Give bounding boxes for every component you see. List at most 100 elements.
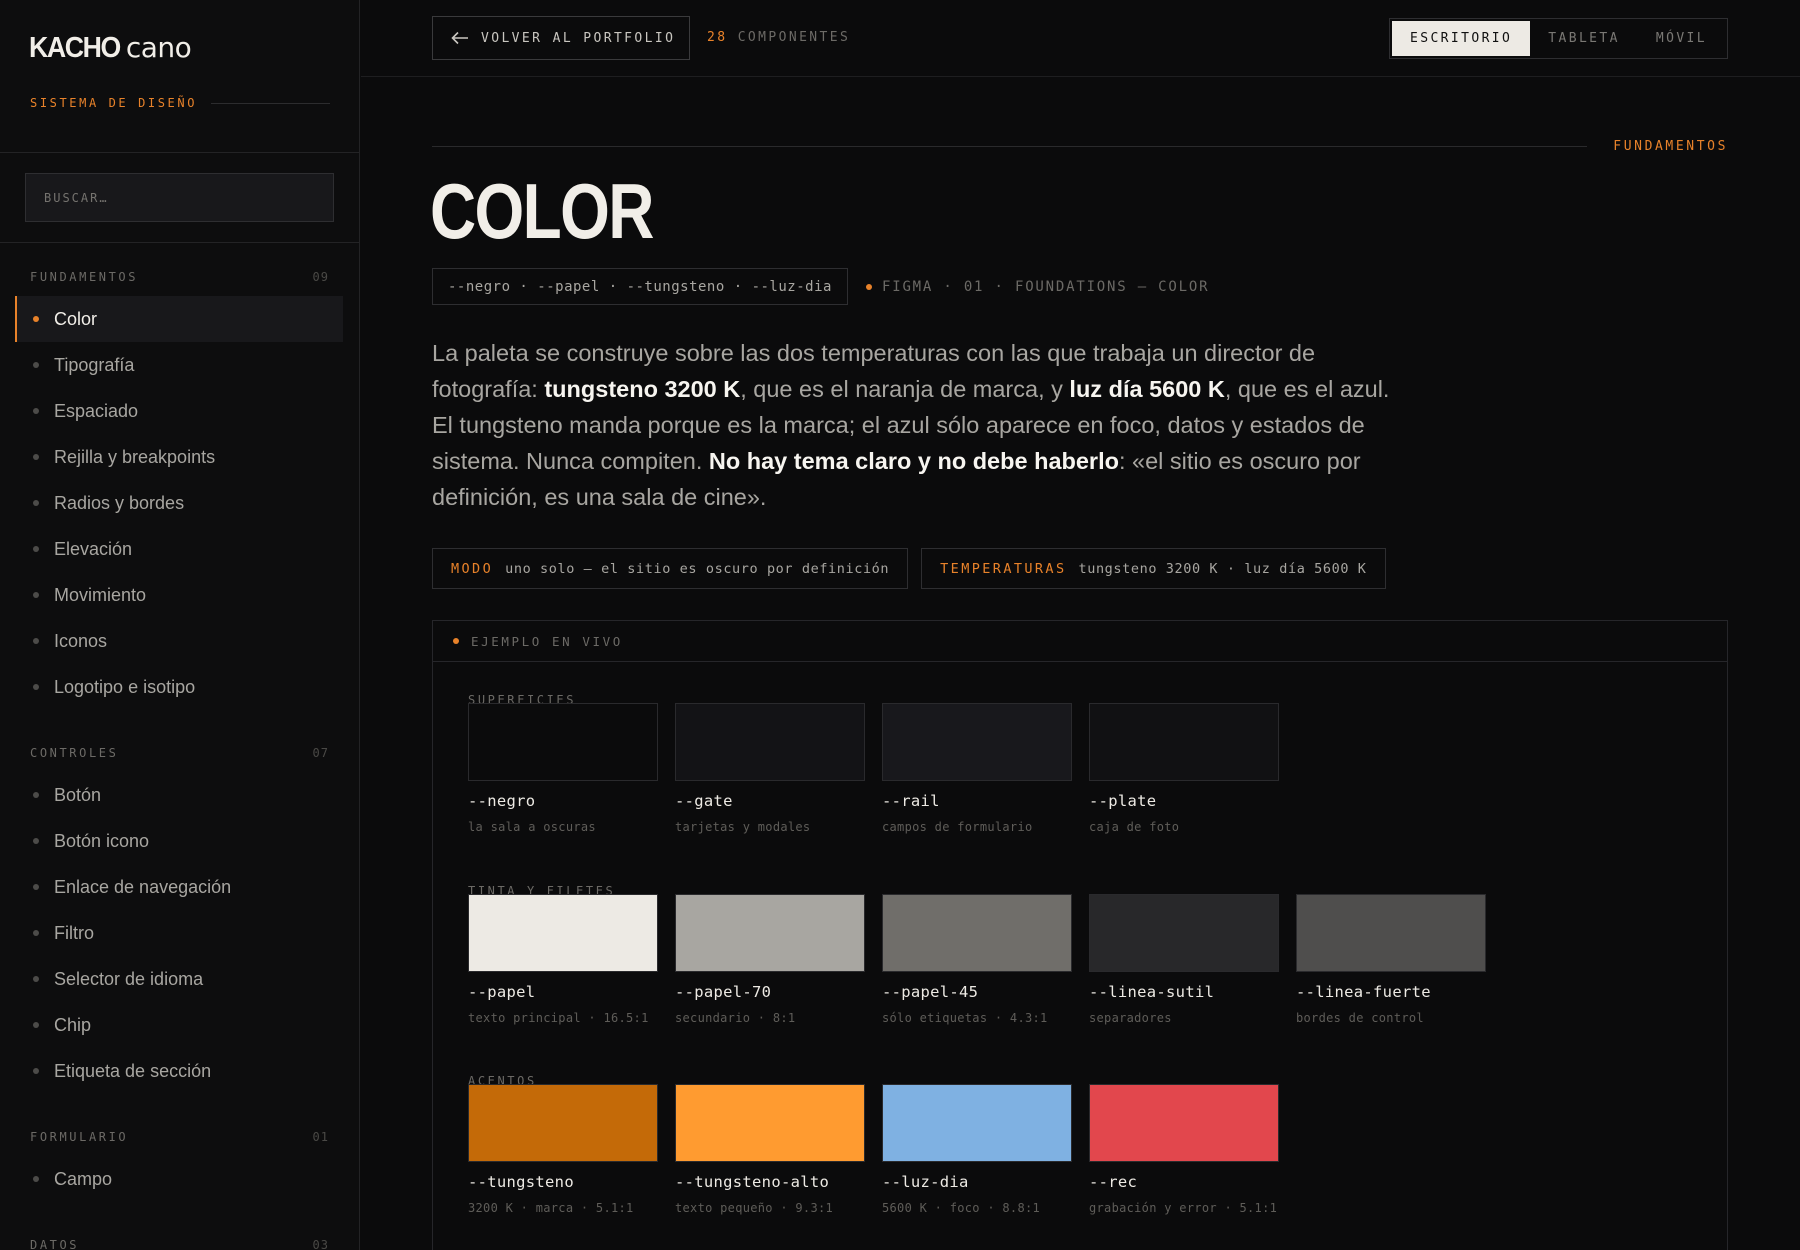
swatch-token-name: --papel-70: [675, 983, 772, 1001]
swatch-token-name: --luz-dia: [882, 1173, 969, 1191]
swatch-color-chip: [675, 894, 865, 972]
live-example-header: EJEMPLO EN VIVO: [433, 621, 1727, 662]
color-swatch[interactable]: --papel-70 secundario · 8:1: [675, 894, 865, 1025]
swatch-token-name: --negro: [468, 792, 536, 810]
sidebar-item-label: Logotipo e isotipo: [54, 676, 196, 697]
color-swatch[interactable]: --rail campos de formulario: [882, 703, 1072, 834]
logo-wordmark-bold: KACHO: [29, 32, 121, 64]
sidebar-nav: FUNDAMENTOS 09 Color Tipografía Espaciado Rej…: [0, 258, 359, 1250]
bullet-dot-icon: [33, 316, 39, 322]
sidebar-item-label: Enlace de navegación: [54, 876, 232, 897]
swatch-row-1: --papel texto principal · 16.5:1 --papel-7…: [468, 894, 1486, 1025]
swatch-token-name: --papel-45: [882, 983, 979, 1001]
nav-section-controles: CONTROLES 07 Botón Botón icono Enlace de nav…: [0, 734, 359, 1094]
bullet-dot-icon: [33, 546, 39, 552]
sidebar-item-etiqueta-de-sección[interactable]: Etiqueta de sección: [0, 1048, 343, 1094]
swatch-token-name: --tungsteno-alto: [675, 1173, 830, 1191]
swatch-description: 3200 K · marca · 5.1:1: [468, 1201, 634, 1215]
swatch-row-2: --tungsteno 3200 K · marca · 5.1:1 --tungs…: [468, 1084, 1279, 1215]
sidebar-item-logotipo-e-isotipo[interactable]: Logotipo e isotipo: [0, 664, 343, 710]
swatch-color-chip: [675, 1084, 865, 1162]
swatch-token-name: --plate: [1089, 792, 1157, 810]
sidebar-item-label: Radios y bordes: [54, 492, 185, 513]
bullet-dot-icon: [33, 638, 39, 644]
figma-reference[interactable]: FIGMA · 01 · FOUNDATIONS — COLOR: [866, 279, 1209, 295]
swatch-color-chip: [882, 894, 1072, 972]
color-swatch[interactable]: --papel texto principal · 16.5:1: [468, 894, 658, 1025]
sidebar-item-radios-y-bordes[interactable]: Radios y bordes: [0, 480, 343, 526]
viewport-tab-escritorio[interactable]: ESCRITORIO: [1391, 21, 1531, 56]
bullet-dot-icon: [33, 362, 39, 368]
swatch-description: texto principal · 16.5:1: [468, 1011, 649, 1025]
sidebar-item-botón-icono[interactable]: Botón icono: [0, 818, 343, 864]
color-swatch[interactable]: --plate caja de foto: [1089, 703, 1279, 834]
bullet-dot-icon: [33, 408, 39, 414]
color-swatch[interactable]: --linea-sutil separadores: [1089, 894, 1279, 1025]
back-to-portfolio-button[interactable]: VOLVER AL PORTFOLIO: [432, 16, 690, 60]
sidebar-item-elevación[interactable]: Elevación: [0, 526, 343, 572]
nav-section-header: CONTROLES 07: [0, 734, 359, 772]
search-input[interactable]: [25, 173, 334, 222]
intro-text-2: , que es el naranja de marca, y: [740, 376, 1070, 402]
sidebar-item-movimiento[interactable]: Movimiento: [0, 572, 343, 618]
color-swatch[interactable]: --negro la sala a oscuras: [468, 703, 658, 834]
viewport-tab-tableta[interactable]: TABLETA: [1530, 21, 1638, 56]
nav-section-label: CONTROLES: [30, 746, 119, 760]
sidebar-item-label: Color: [54, 308, 98, 329]
swatch-description: sólo etiquetas · 4.3:1: [882, 1011, 1048, 1025]
sidebar-item-label: Filtro: [54, 922, 94, 943]
swatch-description: separadores: [1089, 1011, 1172, 1025]
swatch-token-name: --tungsteno: [468, 1173, 574, 1191]
color-swatch[interactable]: --papel-45 sólo etiquetas · 4.3:1: [882, 894, 1072, 1025]
bullet-dot-icon: [33, 500, 39, 506]
color-swatch[interactable]: --linea-fuerte bordes de control: [1296, 894, 1486, 1025]
sidebar-item-campo[interactable]: Campo: [0, 1156, 343, 1202]
sidebar-item-tipografía[interactable]: Tipografía: [0, 342, 343, 388]
color-swatch[interactable]: --tungsteno 3200 K · marca · 5.1:1: [468, 1084, 658, 1215]
tagline-text: SISTEMA DE DISEÑO: [30, 96, 198, 110]
sidebar-item-botón[interactable]: Botón: [0, 772, 343, 818]
sidebar-item-enlace-de-navegación[interactable]: Enlace de navegación: [0, 864, 343, 910]
sidebar-item-iconos[interactable]: Iconos: [0, 618, 343, 664]
tagline-divider: [211, 102, 330, 104]
bullet-dot-icon: [33, 1068, 39, 1074]
nav-section-header: DATOS 03: [0, 1226, 359, 1250]
swatch-color-chip: [882, 703, 1072, 781]
sidebar-item-label: Elevación: [54, 538, 133, 559]
nav-section-count: 07: [312, 746, 329, 760]
sidebar-item-label: Botón: [54, 784, 102, 805]
nav-section-label: DATOS: [30, 1238, 80, 1250]
nav-section-fundamentos: FUNDAMENTOS 09 Color Tipografía Espaciado Rej…: [0, 258, 359, 710]
bullet-dot-icon: [33, 1176, 39, 1182]
sidebar-item-chip[interactable]: Chip: [0, 1002, 343, 1048]
component-count-label: COMPONENTES: [737, 30, 851, 45]
sidebar-item-label: Tipografía: [54, 354, 135, 375]
sidebar-item-selector-de-idioma[interactable]: Selector de idioma: [0, 956, 343, 1002]
viewport-tab-móvil[interactable]: MÓVIL: [1638, 21, 1725, 56]
intro-paragraph: La paleta se construye sobre las dos tem…: [432, 335, 1392, 515]
sidebar-item-rejilla-y-breakpoints[interactable]: Rejilla y breakpoints: [0, 434, 343, 480]
viewport-toggle: ESCRITORIO TABLETA MÓVIL: [1388, 18, 1728, 59]
color-swatch[interactable]: --tungsteno-alto texto pequeño · 9.3:1: [675, 1084, 865, 1215]
logo[interactable]: KACHO cano: [29, 31, 192, 65]
search-area: [0, 153, 359, 243]
sidebar-item-espaciado[interactable]: Espaciado: [0, 388, 343, 434]
sidebar-item-filtro[interactable]: Filtro: [0, 910, 343, 956]
swatch-color-chip: [468, 1084, 658, 1162]
nav-section-count: 09: [312, 270, 329, 284]
meta-value: uno solo — el sitio es oscuro por defini…: [505, 560, 890, 577]
status-dot-icon: [866, 284, 872, 290]
swatch-color-chip: [1089, 894, 1279, 972]
color-swatch[interactable]: --gate tarjetas y modales: [675, 703, 865, 834]
sidebar-item-color[interactable]: Color: [15, 296, 343, 342]
swatch-color-chip: [468, 703, 658, 781]
color-swatch[interactable]: --rec grabación y error · 5.1:1: [1089, 1084, 1279, 1215]
swatch-description: la sala a oscuras: [468, 820, 596, 834]
section-tag: FUNDAMENTOS: [1613, 139, 1728, 154]
color-swatch[interactable]: --luz-dia 5600 K · foco · 8.8:1: [882, 1084, 1072, 1215]
section-divider: [432, 146, 1587, 147]
bullet-dot-icon: [33, 454, 39, 460]
intro-bold-3: No hay tema claro y no debe haberlo: [708, 448, 1119, 474]
sidebar-item-label: Campo: [54, 1168, 113, 1189]
swatch-token-name: --gate: [675, 792, 733, 810]
